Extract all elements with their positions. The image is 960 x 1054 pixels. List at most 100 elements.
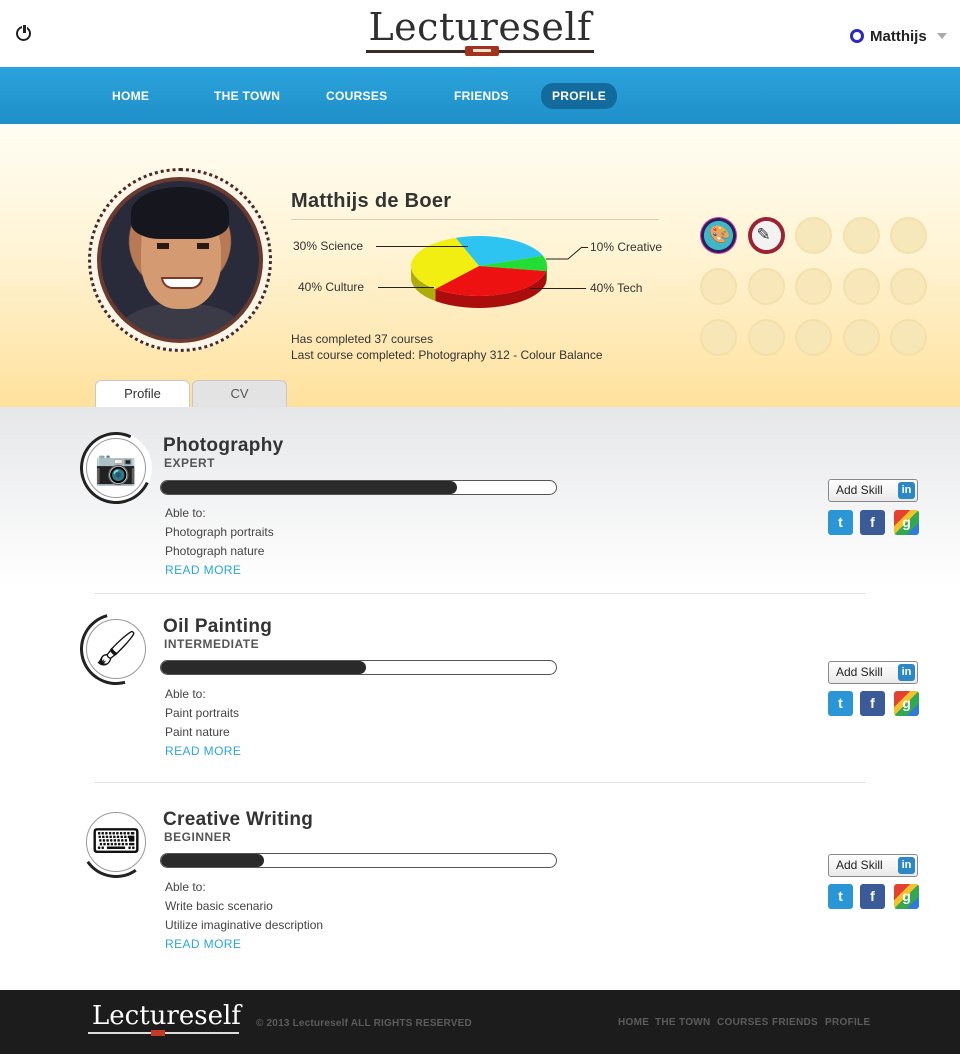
skill-divider — [94, 782, 866, 783]
footer: Lectureself © 2013 Lectureself ALL RIGHT… — [0, 990, 960, 1054]
writing-badge-icon[interactable]: ✎ — [747, 217, 785, 254]
read-more-link[interactable]: READ MORE — [165, 563, 241, 577]
skill-progress-bar — [160, 660, 557, 675]
skill-abilities: Able to: Write basic scenario Utilize im… — [165, 878, 323, 935]
add-skill-label: Add Skill — [836, 665, 883, 679]
avatar[interactable] — [97, 177, 263, 343]
leader-line — [546, 246, 583, 260]
skill-icon-photography: 📷 — [69, 421, 163, 515]
stat-last-course: Last course completed: Photography 312 -… — [291, 348, 603, 362]
footer-link-courses[interactable]: COURSES — [717, 1017, 769, 1028]
footer-link-the-town[interactable]: THE TOWN — [655, 1017, 711, 1028]
tab-profile[interactable]: Profile — [95, 380, 190, 408]
ability-item: Paint nature — [165, 725, 230, 739]
ability-item: Photograph portraits — [165, 525, 274, 539]
tab-cv[interactable]: CV — [192, 380, 287, 407]
pie-label-culture: 40% Culture — [298, 280, 365, 294]
able-to-label: Able to: — [165, 687, 206, 701]
power-icon[interactable] — [16, 24, 31, 41]
nav-friends[interactable]: FRIENDS — [454, 89, 509, 103]
add-skill-button[interactable]: Add Skill in — [828, 854, 918, 877]
chevron-down-icon[interactable] — [936, 33, 947, 39]
twitter-share-button[interactable]: t — [828, 691, 853, 716]
read-more-link[interactable]: READ MORE — [165, 937, 241, 951]
add-skill-button[interactable]: Add Skill in — [828, 661, 918, 684]
profile-name: Matthijs de Boer — [291, 190, 452, 212]
skill-icon-creative-writing: ⌨ — [74, 800, 158, 884]
locked-badge-icon — [842, 217, 880, 254]
ability-item: Write basic scenario — [165, 899, 273, 913]
twitter-share-button[interactable]: t — [828, 510, 853, 535]
skill-title: Photography — [163, 435, 284, 456]
user-name: Matthijs — [870, 27, 927, 45]
locked-badge-icon — [747, 319, 785, 356]
facebook-share-button[interactable]: f — [860, 510, 885, 535]
footer-link-profile[interactable]: PROFILE — [825, 1017, 870, 1028]
skill-divider — [94, 593, 866, 594]
locked-badge-icon — [747, 268, 785, 305]
locked-badge-icon — [890, 319, 927, 356]
site-logo[interactable]: Lectureself — [360, 5, 600, 49]
footer-logo[interactable]: Lectureself — [92, 1001, 241, 1031]
skill-progress-bar — [160, 853, 557, 868]
locked-badge-icon — [890, 217, 927, 254]
skill-title: Oil Painting — [163, 616, 273, 637]
stat-courses: Has completed 37 courses — [291, 332, 434, 346]
writing-badge-glyph: ✎ — [756, 225, 771, 244]
paintbrush-icon: 🖌 — [94, 630, 138, 668]
google-share-button[interactable]: g — [894, 510, 919, 535]
add-skill-label: Add Skill — [836, 858, 883, 872]
locked-badge-icon — [700, 319, 737, 356]
skill-icon-oil-painting: 🖌 — [66, 599, 166, 699]
locked-badge-icon — [795, 217, 832, 254]
add-skill-button[interactable]: Add Skill in — [828, 479, 918, 502]
linkedin-icon: in — [898, 857, 915, 874]
skill-abilities: Able to: Paint portraits Paint nature — [165, 685, 239, 742]
nav-home[interactable]: HOME — [112, 89, 149, 103]
locked-badge-icon — [795, 319, 832, 356]
locked-badge-icon — [890, 268, 927, 305]
locked-badge-icon — [795, 268, 832, 305]
skill-title: Creative Writing — [163, 809, 314, 830]
pie-label-creative: 10% Creative — [590, 240, 663, 254]
skill-abilities: Able to: Photograph portraits Photograph… — [165, 504, 274, 561]
pie-label-science: 30% Science — [293, 239, 364, 253]
facebook-share-button[interactable]: f — [860, 884, 885, 909]
leader-line — [378, 287, 434, 288]
profile-stats: Has completed 37 courses Last course com… — [291, 331, 603, 363]
ability-item: Utilize imaginative description — [165, 918, 324, 932]
nav-profile[interactable]: PROFILE — [541, 83, 618, 109]
camera-icon: 📷 — [94, 449, 138, 487]
ability-item: Photograph nature — [165, 544, 265, 558]
skill-level: BEGINNER — [164, 830, 232, 844]
typewriter-icon: ⌨ — [91, 823, 141, 861]
linkedin-icon: in — [898, 664, 915, 681]
nav-the-town[interactable]: THE TOWN — [214, 89, 280, 103]
divider — [291, 219, 659, 220]
google-share-button[interactable]: g — [894, 884, 919, 909]
interest-pie-chart — [411, 236, 547, 308]
google-share-button[interactable]: g — [894, 691, 919, 716]
read-more-link[interactable]: READ MORE — [165, 744, 241, 758]
top-header: Lectureself Matthijs — [0, 0, 960, 67]
add-skill-label: Add Skill — [836, 483, 883, 497]
footer-link-home[interactable]: HOME — [618, 1017, 649, 1028]
paint-palette-badge-icon[interactable]: 🎨 — [700, 217, 737, 254]
able-to-label: Able to: — [165, 880, 206, 894]
leader-line — [376, 246, 468, 247]
logo-mark-icon — [465, 46, 499, 56]
user-menu[interactable]: Matthijs — [850, 27, 947, 45]
skill-level: INTERMEDIATE — [164, 637, 260, 651]
able-to-label: Able to: — [165, 506, 206, 520]
linkedin-icon: in — [898, 482, 915, 499]
footer-link-friends[interactable]: FRIENDS — [772, 1017, 818, 1028]
facebook-share-button[interactable]: f — [860, 691, 885, 716]
nav-courses[interactable]: COURSES — [326, 89, 387, 103]
twitter-share-button[interactable]: t — [828, 884, 853, 909]
locked-badge-icon — [842, 319, 880, 356]
paint-palette-badge-glyph: 🎨 — [709, 225, 731, 244]
leader-line — [530, 288, 586, 289]
main-nav: HOME THE TOWN COURSES FRIENDS PROFILE — [0, 67, 960, 124]
locked-badge-icon — [842, 268, 880, 305]
locked-badge-icon — [700, 268, 737, 305]
